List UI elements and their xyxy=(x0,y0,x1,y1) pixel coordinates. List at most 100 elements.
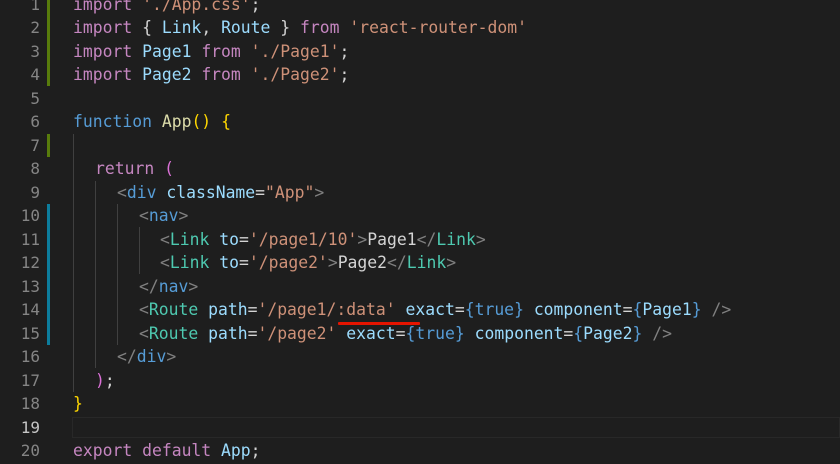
line-number: 13 xyxy=(20,276,40,296)
code-line-20[interactable]: export default App; xyxy=(73,439,261,463)
punctuation: < xyxy=(139,300,149,319)
punctuation: = xyxy=(238,229,249,249)
bracket: { xyxy=(405,323,416,343)
bracket: } xyxy=(73,394,83,413)
html-tag: div xyxy=(136,347,167,366)
line-number: 9 xyxy=(30,182,40,202)
code-line-2[interactable]: import { Link, Route } from 'react-route… xyxy=(73,16,527,40)
keyword: from xyxy=(201,65,241,84)
code-line-9[interactable]: <div className="App"> xyxy=(117,181,324,205)
bracket: () xyxy=(191,112,212,131)
bracket: { xyxy=(632,300,643,319)
attribute: component xyxy=(474,323,564,343)
attribute: path xyxy=(208,323,248,343)
code-line-8[interactable]: return ( xyxy=(95,157,174,181)
line-number: 11 xyxy=(20,229,40,249)
punctuation: = xyxy=(247,300,258,319)
identifier: Page1 xyxy=(642,300,692,319)
identifier: App xyxy=(221,441,251,460)
punctuation: </ xyxy=(387,253,407,272)
bracket: ( xyxy=(164,159,174,178)
identifier: Page2 xyxy=(583,323,633,343)
code-line-16[interactable]: </div> xyxy=(117,345,176,369)
keyword: return xyxy=(95,159,155,178)
punctuation: ; xyxy=(250,0,261,14)
keyword: from xyxy=(201,41,241,61)
code-line-17[interactable]: ); xyxy=(95,369,115,393)
punctuation: ; xyxy=(339,65,350,84)
punctuation: { xyxy=(132,18,162,37)
code-line-18[interactable]: } xyxy=(73,392,83,416)
html-tag: nav xyxy=(158,276,189,296)
code-line-6[interactable]: function App() { xyxy=(73,110,231,134)
punctuation: ; xyxy=(339,41,350,61)
jsx-text: Page2 xyxy=(337,253,388,272)
code-editor[interactable]: 1 2 3 4 5 6 7 8 9 10 11 12 13 14 15 16 1… xyxy=(0,0,840,464)
attribute: to xyxy=(219,253,239,272)
punctuation: < xyxy=(117,182,127,202)
code-line-12[interactable]: <Link to='/page2'>Page2</Link> xyxy=(160,251,456,275)
string: '/page1/10' xyxy=(248,229,358,249)
keyword: export xyxy=(73,441,133,460)
punctuation: ; xyxy=(104,370,115,390)
punctuation: /> xyxy=(711,300,732,319)
line-number-gutter: 1 2 3 4 5 6 7 8 9 10 11 12 13 14 15 16 1… xyxy=(0,0,66,464)
punctuation: > xyxy=(475,229,486,249)
code-line-15[interactable]: <Route path='/page2' exact={true} compon… xyxy=(139,322,672,346)
bracket: } xyxy=(454,323,465,343)
bracket: } xyxy=(691,300,702,319)
punctuation: < xyxy=(139,323,149,343)
keyword: import xyxy=(73,41,133,61)
jsx-text: Page1 xyxy=(367,229,417,249)
string: 'react-router-dom' xyxy=(349,18,527,37)
code-line-11[interactable]: <Link to='/page1/10'>Page1</Link> xyxy=(160,228,486,252)
string: "App" xyxy=(265,182,315,202)
punctuation: </ xyxy=(117,347,137,366)
punctuation: </ xyxy=(139,276,159,296)
html-tag: div xyxy=(126,182,157,202)
line-number: 12 xyxy=(20,253,40,272)
code-line-1[interactable]: import './App.css'; xyxy=(73,0,261,16)
code-line-4[interactable]: import Page2 from './Page2'; xyxy=(73,63,349,87)
line-number: 7 xyxy=(30,135,40,155)
boolean: true xyxy=(415,323,455,343)
git-modified-marker[interactable] xyxy=(47,204,50,345)
component-tag: Link xyxy=(169,229,210,249)
bracket: { xyxy=(573,323,584,343)
punctuation: > xyxy=(178,206,189,225)
git-added-marker[interactable] xyxy=(47,0,50,16)
line-number: 4 xyxy=(30,65,40,84)
identifier: Page1 xyxy=(142,41,192,61)
code-line-13[interactable]: </nav> xyxy=(139,275,198,299)
line-number: 1 xyxy=(30,0,40,14)
punctuation: < xyxy=(160,229,170,249)
string: './App.css' xyxy=(142,0,251,14)
bracket: ) xyxy=(95,370,105,390)
code-line-3[interactable]: import Page1 from './Page1'; xyxy=(73,40,349,64)
git-added-marker[interactable] xyxy=(47,16,50,86)
indent-guide xyxy=(117,204,118,345)
line-number: 10 xyxy=(20,206,40,225)
code-line-14[interactable]: <Route path='/page1/:data' exact={true} … xyxy=(139,298,731,322)
line-number: 14 xyxy=(20,300,40,319)
git-added-marker[interactable] xyxy=(47,133,50,157)
punctuation: , xyxy=(201,18,222,37)
punctuation: > xyxy=(166,347,177,366)
punctuation: = xyxy=(563,323,574,343)
punctuation: < xyxy=(139,206,149,225)
bracket: { xyxy=(221,112,231,131)
code-line-10[interactable]: <nav> xyxy=(139,204,188,228)
